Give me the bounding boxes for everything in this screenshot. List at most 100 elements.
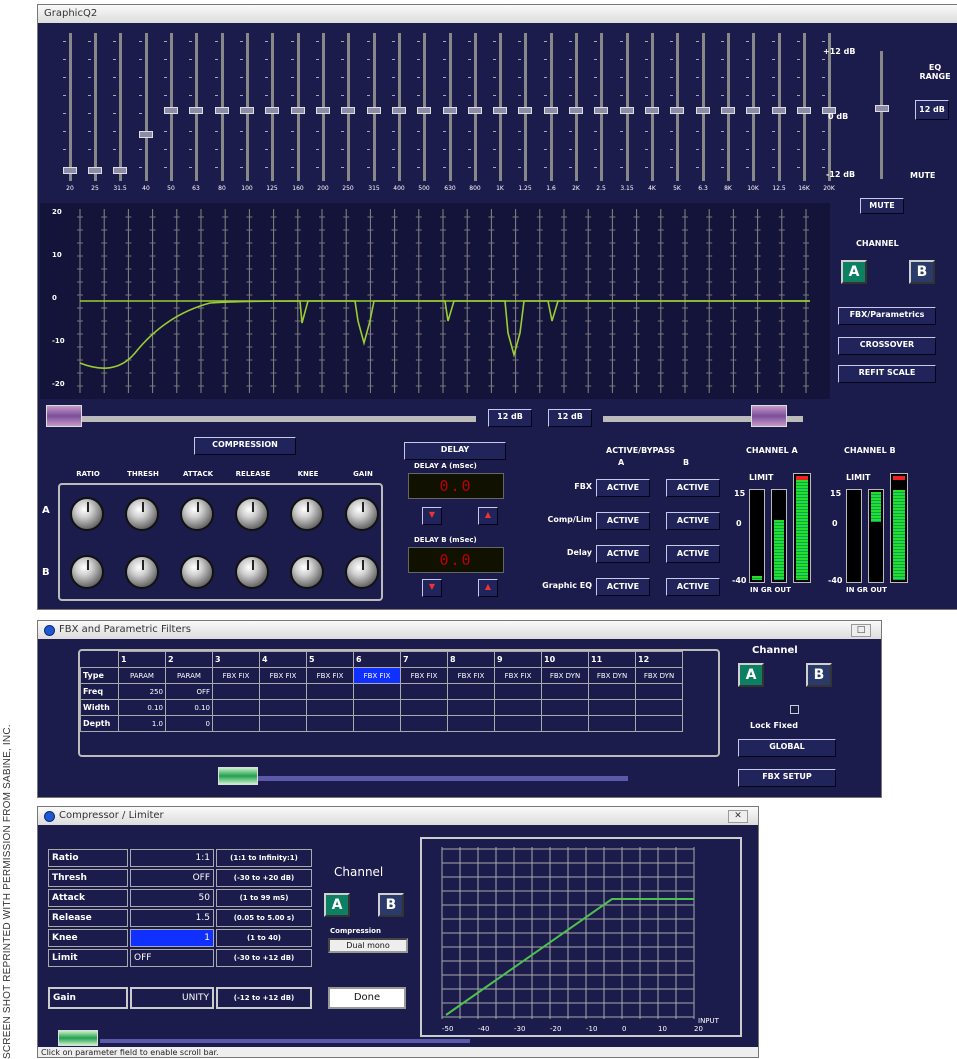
fbx-cell[interactable]: PARAM <box>118 667 166 684</box>
band-fader-40[interactable] <box>139 131 153 138</box>
fbx-cell[interactable]: 0.10 <box>118 699 166 716</box>
fbx-cell[interactable]: FBX DYN <box>588 667 636 684</box>
fbx-cell[interactable]: FBX FIX <box>306 667 354 684</box>
global-button[interactable]: GLOBAL <box>738 739 836 757</box>
band-fader-80[interactable] <box>215 107 229 114</box>
bypass-a-button[interactable]: ACTIVE <box>596 512 650 530</box>
fbx-cell[interactable] <box>494 683 542 700</box>
fbx-cell[interactable] <box>306 715 354 732</box>
band-fader-6.3[interactable] <box>696 107 710 114</box>
fbx-cell[interactable]: 0 <box>165 715 213 732</box>
bypass-a-button[interactable]: ACTIVE <box>596 479 650 497</box>
delay-button[interactable]: DELAY <box>404 442 506 460</box>
thresh-knob-a[interactable] <box>125 497 159 531</box>
band-fader-250[interactable] <box>341 107 355 114</box>
fbx-cell[interactable]: FBX FIX <box>400 667 448 684</box>
fbx-cell[interactable] <box>353 683 401 700</box>
delay-a-up-button[interactable]: ▲ <box>478 507 498 525</box>
fbx-channel-b-button[interactable]: B <box>806 663 832 687</box>
comp-channel-b-button[interactable]: B <box>378 893 404 917</box>
fbx-cell[interactable] <box>353 715 401 732</box>
fbx-cell[interactable] <box>400 683 448 700</box>
fbx-cell[interactable] <box>400 699 448 716</box>
comp-scroll-thumb[interactable] <box>58 1030 98 1046</box>
band-fader-630[interactable] <box>443 107 457 114</box>
fbx-cell[interactable]: 250 <box>118 683 166 700</box>
gain-value[interactable]: UNITY <box>130 987 214 1009</box>
fbx-cell[interactable] <box>588 683 636 700</box>
fbx-cell[interactable]: FBX DYN <box>541 667 589 684</box>
lock-fixed-checkbox[interactable] <box>790 705 799 714</box>
fbx-cell[interactable] <box>635 683 683 700</box>
release-knob-b[interactable] <box>235 555 269 589</box>
bypass-b-button[interactable]: ACTIVE <box>666 578 720 596</box>
ratio-knob-a[interactable] <box>70 497 104 531</box>
eq-scroll-thumb-left[interactable] <box>46 405 82 427</box>
delay-b-down-button[interactable]: ▼ <box>422 579 442 597</box>
bypass-b-button[interactable]: ACTIVE <box>666 479 720 497</box>
band-fader-8K[interactable] <box>721 107 735 114</box>
fbx-cell[interactable]: 0.10 <box>165 699 213 716</box>
band-fader-1K[interactable] <box>493 107 507 114</box>
band-fader-4K[interactable] <box>645 107 659 114</box>
compression-button[interactable]: COMPRESSION <box>194 437 296 455</box>
fbx-cell[interactable] <box>635 699 683 716</box>
knee-knob-b[interactable] <box>290 555 324 589</box>
band-fader-2K[interactable] <box>569 107 583 114</box>
fbx-setup-button[interactable]: FBX SETUP <box>738 769 836 787</box>
fbx-scroll-track[interactable] <box>258 776 628 781</box>
crossover-button[interactable]: CROSSOVER <box>838 337 936 355</box>
bypass-b-button[interactable]: ACTIVE <box>666 545 720 563</box>
fbx-cell[interactable]: FBX FIX <box>494 667 542 684</box>
dual-mono-select[interactable]: Dual mono <box>328 938 408 953</box>
comp-row-value[interactable]: 50 <box>130 889 214 907</box>
fbx-scroll-thumb[interactable] <box>218 767 258 785</box>
band-fader-5K[interactable] <box>670 107 684 114</box>
knee-knob-a[interactable] <box>290 497 324 531</box>
comp-channel-a-button[interactable]: A <box>324 893 350 917</box>
delay-b-up-button[interactable]: ▲ <box>478 579 498 597</box>
fbx-cell[interactable] <box>259 699 307 716</box>
master-fader[interactable] <box>875 105 889 112</box>
band-fader-160[interactable] <box>291 107 305 114</box>
fbx-cell[interactable]: FBX FIX <box>259 667 307 684</box>
fbx-cell[interactable] <box>588 715 636 732</box>
thresh-knob-b[interactable] <box>125 555 159 589</box>
band-fader-100[interactable] <box>240 107 254 114</box>
fbx-cell[interactable] <box>353 699 401 716</box>
bypass-a-button[interactable]: ACTIVE <box>596 545 650 563</box>
channel-b-button[interactable]: B <box>909 260 935 284</box>
bypass-a-button[interactable]: ACTIVE <box>596 578 650 596</box>
band-fader-800[interactable] <box>468 107 482 114</box>
gain-knob-a[interactable] <box>345 497 379 531</box>
fbx-cell[interactable]: FBX FIX <box>353 667 401 684</box>
band-fader-16K[interactable] <box>797 107 811 114</box>
channel-a-button[interactable]: A <box>841 260 867 284</box>
comp-row-value[interactable]: 1.5 <box>130 909 214 927</box>
fbx-cell[interactable] <box>447 715 495 732</box>
band-fader-500[interactable] <box>417 107 431 114</box>
done-button[interactable]: Done <box>328 987 406 1009</box>
fbx-cell[interactable]: OFF <box>165 683 213 700</box>
fbx-cell[interactable]: 1.0 <box>118 715 166 732</box>
band-fader-12.5[interactable] <box>772 107 786 114</box>
band-fader-315[interactable] <box>367 107 381 114</box>
band-fader-1.6[interactable] <box>544 107 558 114</box>
fbx-cell[interactable] <box>541 699 589 716</box>
band-fader-1.25[interactable] <box>518 107 532 114</box>
close-icon[interactable]: ✕ <box>728 809 748 823</box>
fbx-cell[interactable] <box>447 683 495 700</box>
fbx-cell[interactable] <box>212 699 260 716</box>
fbx-cell[interactable]: FBX FIX <box>447 667 495 684</box>
band-fader-63[interactable] <box>189 107 203 114</box>
band-fader-25[interactable] <box>88 167 102 174</box>
band-fader-3.15[interactable] <box>620 107 634 114</box>
band-fader-10K[interactable] <box>746 107 760 114</box>
comp-row-value[interactable]: 1 <box>130 929 214 947</box>
fbx-cell[interactable] <box>212 715 260 732</box>
fbx-cell[interactable] <box>212 683 260 700</box>
fbx-cell[interactable]: PARAM <box>165 667 213 684</box>
fbx-cell[interactable] <box>259 715 307 732</box>
band-fader-31.5[interactable] <box>113 167 127 174</box>
gain-knob-b[interactable] <box>345 555 379 589</box>
